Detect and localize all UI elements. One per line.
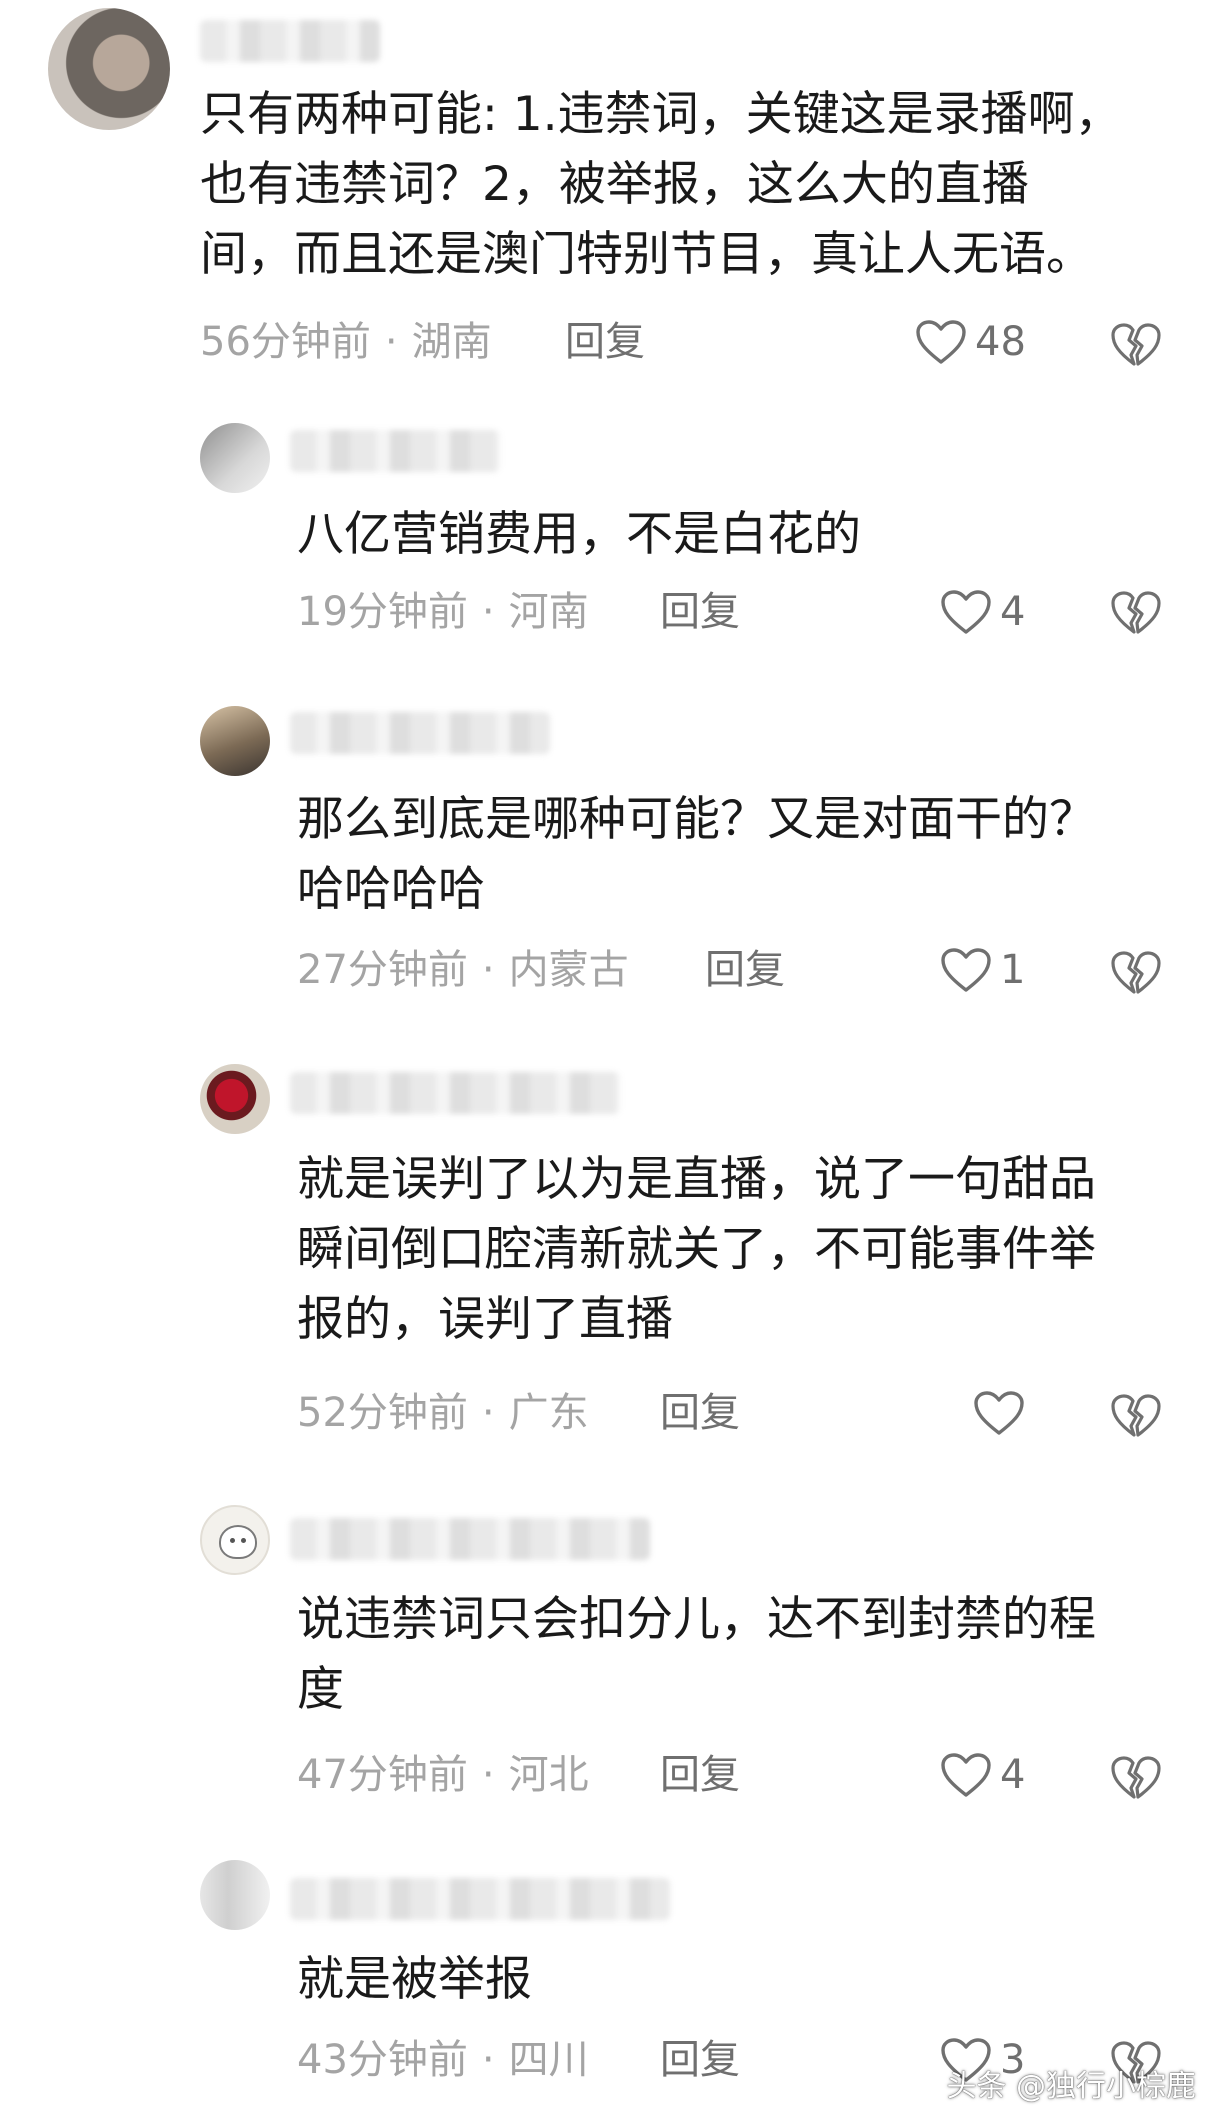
like-button[interactable]: 4	[940, 1745, 1025, 1805]
meta-separator: ·	[481, 589, 495, 635]
broken-heart-icon[interactable]	[1110, 1755, 1162, 1801]
reply-button[interactable]: 回复	[565, 312, 645, 372]
comment-time: 27分钟前	[297, 947, 468, 993]
meta-separator: ·	[481, 947, 495, 993]
like-count: 4	[1000, 1752, 1026, 1798]
comment-meta: 47分钟前 · 河北	[297, 1745, 589, 1805]
comment-text: 就是误判了以为是直播，说了一句甜品 瞬间倒口腔清新就关了，不可能事件举 报的，误…	[297, 1152, 1096, 1347]
like-button[interactable]: 4	[940, 582, 1025, 642]
like-count: 1	[1000, 947, 1026, 993]
comment-location: 河北	[508, 1752, 589, 1798]
meta-separator: ·	[481, 1752, 495, 1798]
heart-outline-icon	[941, 1753, 991, 1797]
reply-button[interactable]: 回复	[660, 2030, 740, 2090]
heart-outline-icon	[916, 320, 966, 364]
broken-heart-icon[interactable]	[1110, 322, 1162, 368]
comment-location: 内蒙古	[508, 947, 629, 993]
comment-time: 43分钟前	[297, 2037, 468, 2083]
comment-time: 52分钟前	[297, 1390, 468, 1436]
like-count: 4	[1000, 589, 1026, 635]
username-blurred[interactable]	[200, 20, 380, 62]
comment-time: 56分钟前	[200, 319, 371, 365]
watermark: 头条 @独行小棕鹿	[946, 2069, 1196, 2104]
comment-meta: 27分钟前 · 内蒙古	[297, 940, 629, 1000]
like-count: 48	[975, 319, 1026, 365]
like-button[interactable]: 1	[940, 940, 1025, 1000]
reply-button[interactable]: 回复	[660, 1383, 740, 1443]
username-blurred[interactable]	[290, 1072, 620, 1114]
meta-separator: ·	[384, 319, 398, 365]
comment-text: 就是被举报	[297, 1952, 532, 2007]
comment-text: 只有两种可能: 1.违禁词，关键这是录播啊， 也有违禁词？2，被举报，这么大的直…	[200, 87, 1122, 282]
comment-meta: 19分钟前 · 河南	[297, 582, 589, 642]
avatar[interactable]	[200, 706, 270, 776]
broken-heart-icon[interactable]	[1110, 950, 1162, 996]
comment-text: 说违禁词只会扣分儿，达不到封禁的程 度	[297, 1592, 1096, 1717]
username-blurred[interactable]	[290, 1518, 650, 1560]
comment-location: 广东	[508, 1390, 589, 1436]
avatar[interactable]	[200, 1064, 270, 1134]
reply-button[interactable]: 回复	[660, 1745, 740, 1805]
comment-meta: 43分钟前 · 四川	[297, 2030, 589, 2090]
heart-outline-icon	[974, 1391, 1024, 1435]
like-button[interactable]	[973, 1383, 1033, 1443]
comment-location: 湖南	[411, 319, 492, 365]
comment-location: 四川	[508, 2037, 589, 2083]
meta-separator: ·	[481, 1390, 495, 1436]
username-blurred[interactable]	[290, 1878, 670, 1920]
avatar[interactable]	[200, 1860, 270, 1930]
comment-meta: 52分钟前 · 广东	[297, 1383, 589, 1443]
meta-separator: ·	[481, 2037, 495, 2083]
heart-outline-icon	[941, 590, 991, 634]
username-blurred[interactable]	[290, 712, 550, 754]
comment-meta: 56分钟前 · 湖南	[200, 312, 492, 372]
comment-location: 河南	[508, 589, 589, 635]
reply-button[interactable]: 回复	[660, 582, 740, 642]
comment-time: 47分钟前	[297, 1752, 468, 1798]
broken-heart-icon[interactable]	[1110, 1393, 1162, 1439]
like-button[interactable]: 48	[915, 312, 1026, 372]
broken-heart-icon[interactable]	[1110, 590, 1162, 636]
cartoon-face-icon	[219, 1525, 257, 1559]
heart-outline-icon	[941, 948, 991, 992]
username-blurred[interactable]	[290, 430, 500, 472]
avatar[interactable]	[200, 1505, 270, 1575]
reply-button[interactable]: 回复	[705, 940, 785, 1000]
comment-time: 19分钟前	[297, 589, 468, 635]
comment-text: 那么到底是哪种可能？又是对面干的？ 哈哈哈哈	[297, 792, 1096, 917]
avatar[interactable]	[200, 423, 270, 493]
avatar[interactable]	[48, 8, 170, 130]
comment-text: 八亿营销费用，不是白花的	[297, 507, 861, 562]
